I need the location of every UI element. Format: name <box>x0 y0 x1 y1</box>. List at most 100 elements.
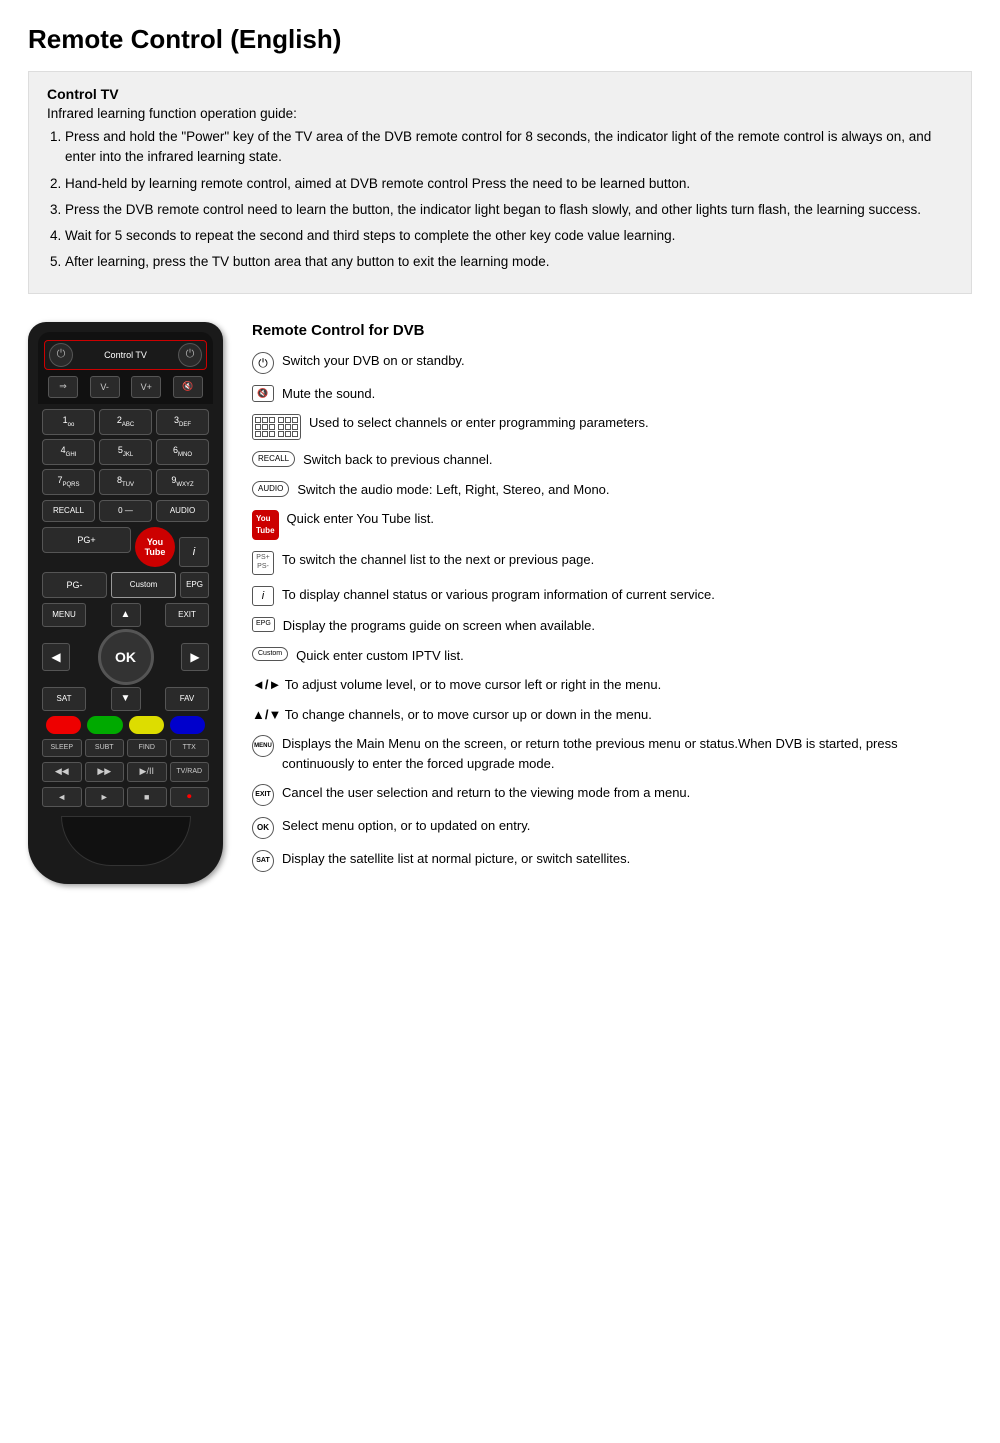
info-box-steps: Press and hold the "Power" key of the TV… <box>47 127 953 273</box>
power-icon: ⏻ <box>252 352 274 374</box>
exit-btn[interactable]: EXIT <box>165 603 209 627</box>
desc-text-youtube: Quick enter You Tube list. <box>287 509 972 529</box>
desc-text-channels: Used to select channels or enter program… <box>309 413 972 433</box>
custom-icon: Custom <box>252 647 288 662</box>
num-3-btn[interactable]: 3DEF <box>156 409 209 435</box>
num-0-btn[interactable]: 0 — <box>99 500 152 522</box>
custom-btn[interactable]: Custom <box>111 572 176 598</box>
yellow-btn[interactable] <box>129 716 164 734</box>
power-btn-left[interactable]: ⏻ <box>49 343 73 367</box>
fav-btn[interactable]: FAV <box>165 687 209 711</box>
power-btn-right[interactable]: ⏻ <box>178 343 202 367</box>
desc-item-channels: Used to select channels or enter program… <box>252 413 972 440</box>
desc-item-mute: 🔇 Mute the sound. <box>252 384 972 404</box>
remote-bottom-oval <box>61 816 191 866</box>
exit-desc-icon: EXIT <box>252 784 274 806</box>
pg-minus-btn[interactable]: PG- <box>42 572 107 598</box>
rec-btn[interactable]: ⏺ <box>170 787 210 807</box>
desc-item-recall: RECALL Switch back to previous channel. <box>252 450 972 470</box>
desc-lr-combined: ◄/► To adjust volume level, or to move c… <box>252 675 972 695</box>
youtube-btn[interactable]: YouTube <box>135 527 175 567</box>
play-btn[interactable]: ► <box>85 787 125 807</box>
audio-btn[interactable]: AUDIO <box>156 500 209 522</box>
page-icon: PS+ PS- <box>252 551 274 575</box>
ok-btn[interactable]: OK <box>98 629 154 685</box>
find-btn[interactable]: FIND <box>127 739 167 757</box>
rewind-btn[interactable]: ◀◀ <box>42 762 82 782</box>
sleep-btn[interactable]: SLEEP <box>42 739 82 757</box>
info-box-subtitle: Infrared learning function operation gui… <box>47 106 953 121</box>
num-4-btn[interactable]: 4GHI <box>42 439 95 465</box>
nav-down-btn[interactable]: ▼ <box>111 687 141 711</box>
desc-item-custom: Custom Quick enter custom IPTV list. <box>252 646 972 666</box>
nav-up-btn[interactable]: ▲ <box>111 603 141 627</box>
desc-item-audio: AUDIO Switch the audio mode: Left, Right… <box>252 480 972 500</box>
media-row-1: ◀◀ ▶▶ ▶/II TV/RAD <box>38 762 213 782</box>
media-row-2: ◄ ► ■ ⏺ <box>38 787 213 807</box>
desc-text-menu: Displays the Main Menu on the screen, or… <box>282 734 972 773</box>
desc-text-custom: Quick enter custom IPTV list. <box>296 646 972 666</box>
desc-item-ud: ▲/▼ To change channels, or to move curso… <box>252 705 972 725</box>
desc-text-epg: Display the programs guide on screen whe… <box>283 616 972 636</box>
num-7-btn[interactable]: 7PQRS <box>42 469 95 495</box>
channel-nums-icon <box>252 414 301 440</box>
nav-left-btn[interactable]: ◀ <box>42 643 70 671</box>
row-power: ⏻ Control TV ⏻ <box>44 340 207 370</box>
remote-illustration: ⏻ Control TV ⏻ ⇒ V- V+ 🔇 1oo 2ABC 3DEF 4… <box>28 322 228 884</box>
desc-text-exit: Cancel the user selection and return to … <box>282 783 972 803</box>
stop-btn[interactable]: ■ <box>127 787 167 807</box>
numpad: 1oo 2ABC 3DEF 4GHI 5JKL 6MNO 7PQRS 8TUV … <box>38 409 213 495</box>
num-1-btn[interactable]: 1oo <box>42 409 95 435</box>
epg-btn[interactable]: EPG <box>180 572 209 598</box>
fast-forward-btn[interactable]: ▶▶ <box>85 762 125 782</box>
source-btn[interactable]: ⇒ <box>48 376 78 398</box>
info-i-btn[interactable]: i <box>179 537 209 567</box>
row-recall: RECALL 0 — AUDIO <box>38 500 213 522</box>
vol-down-btn[interactable]: ◄ <box>42 787 82 807</box>
blue-btn[interactable] <box>170 716 205 734</box>
desc-text-page: To switch the channel list to the next o… <box>282 550 972 570</box>
play-pause-btn[interactable]: ▶/II <box>127 762 167 782</box>
num-6-btn[interactable]: 6MNO <box>156 439 209 465</box>
num-2-btn[interactable]: 2ABC <box>99 409 152 435</box>
red-btn[interactable] <box>46 716 81 734</box>
description-area: Remote Control for DVB ⏻ Switch your DVB… <box>252 322 972 883</box>
menu-desc-icon: MENU <box>252 735 274 757</box>
desc-text-audio: Switch the audio mode: Left, Right, Ster… <box>297 480 972 500</box>
num-8-btn[interactable]: 8TUV <box>99 469 152 495</box>
pg-plus-btn[interactable]: PG+ <box>42 527 131 553</box>
info-box-title: Control TV <box>47 86 953 102</box>
num-5-btn[interactable]: 5JKL <box>99 439 152 465</box>
desc-text-mute: Mute the sound. <box>282 384 972 404</box>
mute-btn[interactable]: 🔇 <box>173 376 203 398</box>
row-pg: PG+ YouTube i <box>38 527 213 567</box>
info-icon: i <box>252 586 274 607</box>
main-content: ⏻ Control TV ⏻ ⇒ V- V+ 🔇 1oo 2ABC 3DEF 4… <box>28 322 972 884</box>
audio-icon: AUDIO <box>252 481 289 497</box>
green-btn[interactable] <box>87 716 122 734</box>
remote-top-bar: ⏻ Control TV ⏻ ⇒ V- V+ 🔇 <box>38 332 213 404</box>
step-2: Hand-held by learning remote control, ai… <box>65 174 953 194</box>
sat-btn[interactable]: SAT <box>42 687 86 711</box>
desc-item-page: PS+ PS- To switch the channel list to th… <box>252 550 972 575</box>
desc-item-menu: MENU Displays the Main Menu on the scree… <box>252 734 972 773</box>
mute-icon: 🔇 <box>252 385 274 403</box>
ttx-btn[interactable]: TTX <box>170 739 210 757</box>
desc-title: Remote Control for DVB <box>252 322 972 339</box>
desc-text-recall: Switch back to previous channel. <box>303 450 972 470</box>
nav-area: MENU ▲ EXIT ◀ OK ▶ SAT ▼ FAV <box>38 603 213 711</box>
nav-right-btn[interactable]: ▶ <box>181 643 209 671</box>
recall-btn[interactable]: RECALL <box>42 500 95 522</box>
menu-btn[interactable]: MENU <box>42 603 86 627</box>
tv-rad-btn[interactable]: TV/RAD <box>170 762 210 782</box>
v-plus-btn[interactable]: V+ <box>131 376 161 398</box>
subt-btn[interactable]: SUBT <box>85 739 125 757</box>
recall-icon: RECALL <box>252 451 295 467</box>
ok-desc-icon: OK <box>252 817 274 839</box>
desc-list: ⏻ Switch your DVB on or standby. 🔇 Mute … <box>252 351 972 873</box>
desc-text-info: To display channel status or various pro… <box>282 585 972 605</box>
color-buttons <box>38 716 213 734</box>
epg-icon: EPG <box>252 617 275 632</box>
v-minus-btn[interactable]: V- <box>90 376 120 398</box>
num-9-btn[interactable]: 9WXYZ <box>156 469 209 495</box>
